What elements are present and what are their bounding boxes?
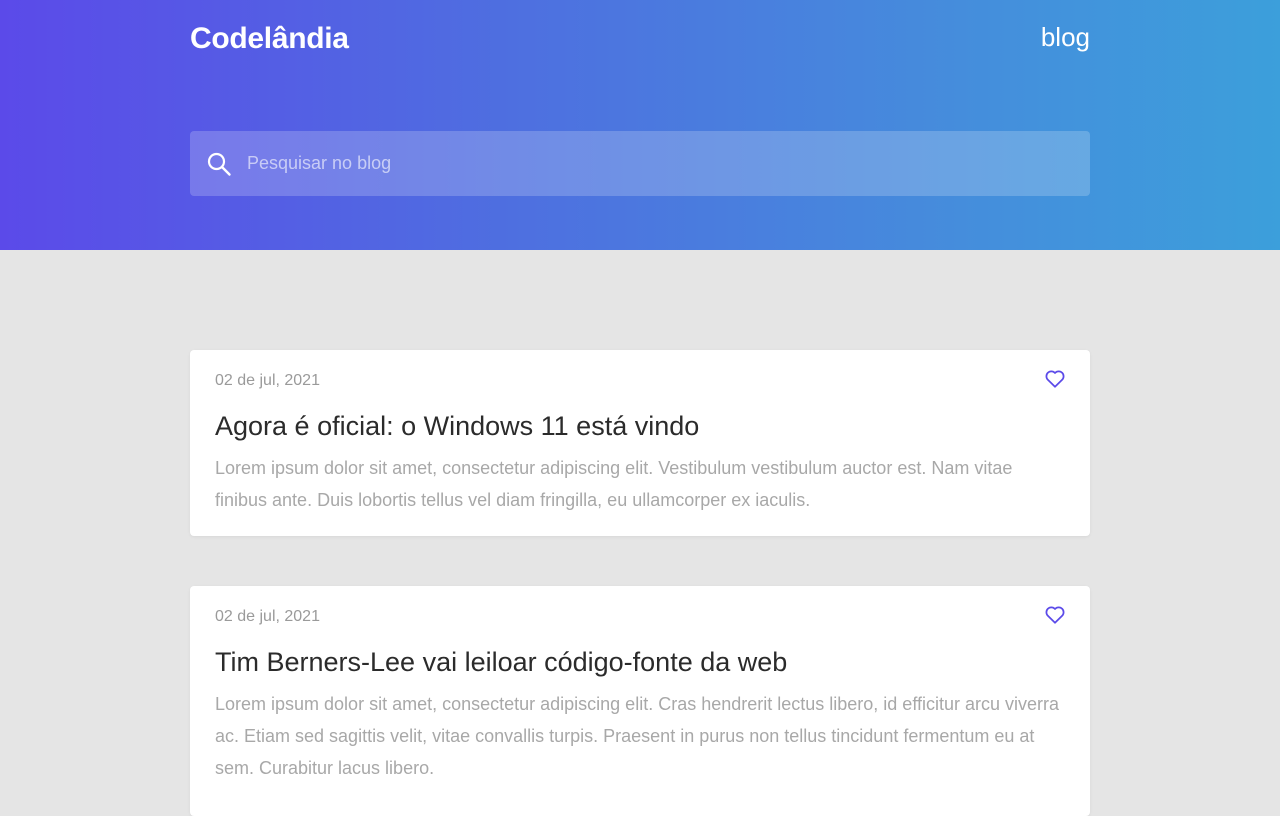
heart-icon[interactable] <box>1044 368 1066 390</box>
post-card[interactable]: 02 de jul, 2021 Tim Berners-Lee vai leil… <box>190 586 1090 816</box>
post-date: 02 de jul, 2021 <box>215 372 320 389</box>
post-excerpt: Lorem ipsum dolor sit amet, consectetur … <box>215 458 1013 510</box>
site-header: Codelândia blog <box>0 0 1280 250</box>
post-card[interactable]: 02 de jul, 2021 Agora é oficial: o Windo… <box>190 350 1090 536</box>
search-icon <box>207 152 231 176</box>
post-date: 02 de jul, 2021 <box>215 608 320 625</box>
post-title[interactable]: Tim Berners-Lee vai leiloar código-fonte… <box>215 647 787 678</box>
post-title[interactable]: Agora é oficial: o Windows 11 está vindo <box>215 411 699 442</box>
post-excerpt: Lorem ipsum dolor sit amet, consectetur … <box>215 694 1060 778</box>
site-logo[interactable]: Codelândia <box>190 22 349 56</box>
heart-icon[interactable] <box>1044 604 1066 626</box>
nav-link-blog[interactable]: blog <box>1041 22 1090 53</box>
search-input[interactable] <box>247 131 1077 196</box>
